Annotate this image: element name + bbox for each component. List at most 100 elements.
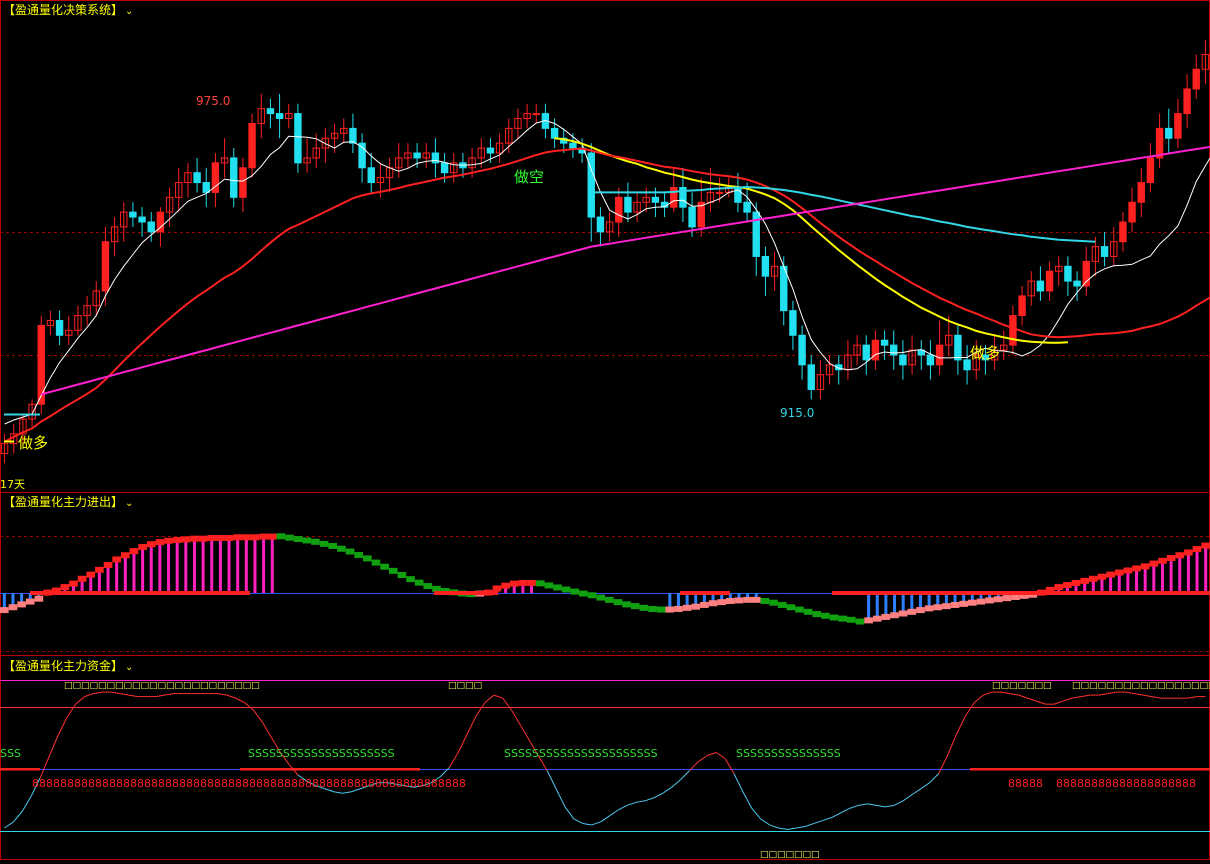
capital-line-segment (778, 827, 788, 830)
candle-body (798, 334, 806, 366)
candle-body (789, 310, 797, 336)
flow-cap (250, 534, 260, 541)
capital-line-segment (342, 791, 352, 794)
capital-line-segment (964, 702, 975, 717)
capital-line-segment (609, 809, 619, 817)
flow-block (769, 599, 778, 606)
level-band (240, 768, 420, 771)
flow-block (432, 585, 441, 592)
flow-block (406, 576, 415, 583)
flow-block (570, 588, 580, 595)
candle-body (1009, 315, 1017, 346)
chevron-down-icon[interactable]: ⌄ (125, 498, 133, 509)
flow-block (587, 592, 597, 599)
flow-band (30, 591, 250, 595)
top-marks: □□□□□□□□□□□□□□□□□ (1072, 681, 1210, 691)
candle-body (550, 127, 559, 139)
flow-cap (700, 601, 709, 608)
capital-line-segment (39, 756, 50, 779)
capital-line-segment (680, 770, 690, 781)
candle-body (624, 196, 632, 213)
buy-signal-label: 做多 (18, 434, 49, 452)
flow-cap (181, 536, 191, 543)
flow-panel-title[interactable]: 【盈通量化主力进出】 ⌄ (3, 493, 133, 510)
capital-line-segment (457, 734, 468, 753)
flow-cap (1140, 563, 1150, 570)
capital-line-segment (796, 825, 806, 829)
capital-line-segment (582, 822, 592, 826)
flow-cap (86, 571, 96, 578)
capital-line-segment (128, 694, 138, 698)
main-panel-title[interactable]: 【盈通量化决策系统】 ⌄ (3, 1, 133, 18)
flow-cap (25, 598, 35, 605)
period-label: 17天 (0, 478, 25, 491)
candle-body (1064, 265, 1072, 282)
candle-body (129, 211, 137, 218)
flow-block (803, 608, 813, 615)
flow-cap (121, 552, 130, 559)
capital-line-segment (644, 797, 655, 802)
flow-cap (708, 600, 718, 607)
capital-line-segment (475, 702, 486, 717)
capital-line-segment (840, 807, 850, 814)
capital-line-segment (653, 792, 664, 799)
capital-line-segment (155, 694, 165, 698)
chevron-down-icon[interactable]: ⌄ (125, 6, 133, 17)
flow-cap (743, 596, 752, 603)
capital-line-segment (511, 709, 521, 726)
chevron-down-icon[interactable]: ⌄ (125, 662, 133, 673)
flow-block (760, 597, 770, 604)
capital-panel-title-text: 【盈通量化主力资金】 (3, 659, 124, 673)
flow-cap (898, 610, 908, 617)
capital-line-segment (4, 821, 14, 829)
capital-line-segment (164, 693, 174, 696)
flow-cap (129, 548, 139, 555)
capital-line-segment (57, 717, 68, 737)
flow-block (777, 601, 787, 608)
low-price-label: 915.0 (780, 406, 815, 420)
candle-body (1146, 157, 1155, 184)
flow-cap (492, 585, 502, 592)
candle-body (1155, 127, 1164, 159)
flow-cap (1201, 542, 1210, 549)
capital-line-segment (920, 782, 931, 790)
capital-line-segment (742, 791, 753, 809)
flow-cap (224, 534, 234, 541)
flow-cap (1071, 579, 1081, 586)
capital-line-segment (1000, 691, 1010, 695)
capital-line-segment (1134, 693, 1144, 696)
candle-body (1137, 182, 1145, 203)
flow-cap (864, 617, 873, 624)
capital-line-segment (440, 767, 450, 777)
capital-panel-title[interactable]: 【盈通量化主力资金】 ⌄ (3, 657, 133, 674)
candle-body (230, 157, 238, 198)
flow-block (630, 603, 640, 610)
flow-cap (734, 597, 744, 604)
flow-block (656, 606, 666, 613)
flow-cap (1114, 569, 1124, 576)
sell-marks: SSSSSSSSSSSSSSS (736, 747, 841, 760)
chart-canvas[interactable]: □□□□□□□□□□□□□□□□□□□□□□□ □□□□ □□□□□□□ □□□□□□… (0, 0, 1210, 860)
sell-marks: SSS (0, 747, 21, 760)
capital-line-segment (333, 791, 343, 794)
capital-line-segment (858, 803, 868, 806)
flow-cap (993, 596, 1003, 603)
flow-block (328, 542, 338, 549)
flow-cap (1149, 560, 1159, 567)
capital-line-segment (627, 801, 637, 806)
candle-body (55, 320, 64, 336)
flow-cap (1002, 595, 1012, 602)
flow-cap (950, 601, 960, 608)
flow-block (285, 534, 294, 541)
flow-cap (1089, 575, 1098, 582)
sell-marks: SSSSSSSSSSSSSSSSSSSSS (248, 747, 395, 760)
chart-stage[interactable]: □□□□□□□□□□□□□□□□□□□□□□□ □□□□ □□□□□□□ □□□□□□… (0, 0, 1210, 860)
candle-body (1082, 260, 1090, 287)
capital-line-segment (831, 812, 841, 818)
candle-body (1174, 113, 1182, 139)
top-marks: □□□□□□□ (992, 681, 1052, 691)
candle-body (440, 162, 449, 174)
flow-cap (8, 604, 18, 611)
flow-block (293, 536, 303, 543)
main-panel-title-text: 【盈通量化决策系统】 (3, 3, 124, 17)
